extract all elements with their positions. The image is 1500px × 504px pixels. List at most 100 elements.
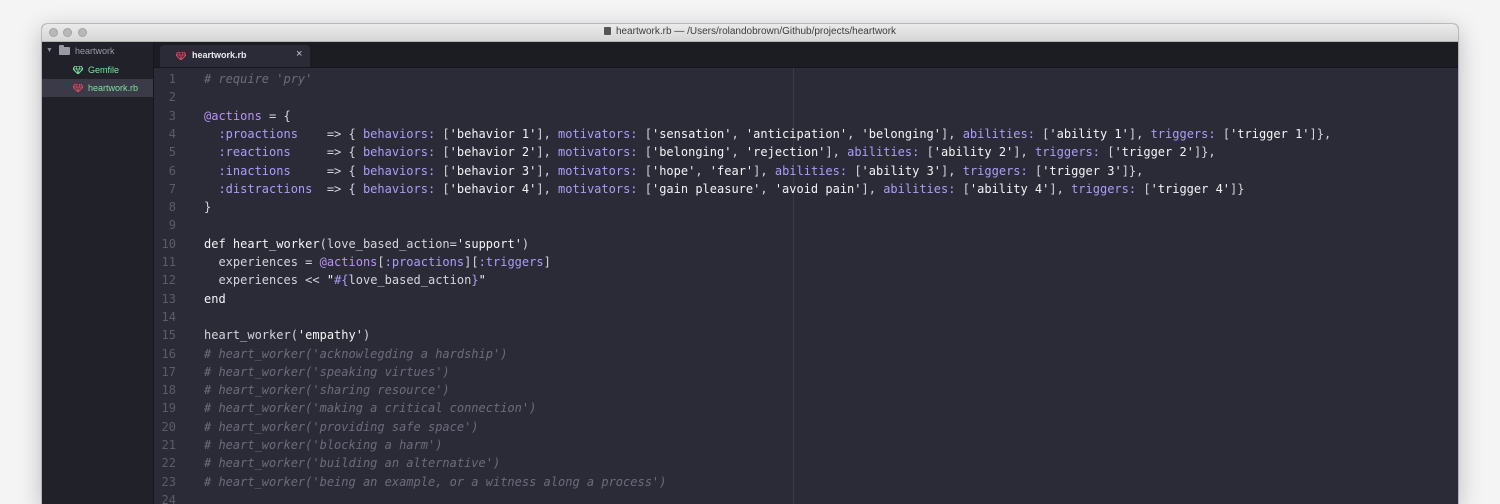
- code-token: ],: [1013, 145, 1035, 160]
- code-token: [: [1136, 181, 1151, 196]
- sidebar-folder-heartwork[interactable]: ▼ heartwork: [42, 42, 153, 60]
- code-token: :reactions: [204, 145, 291, 160]
- code-line[interactable]: 15 heart_worker('empathy'): [154, 326, 1458, 344]
- code-token: [: [435, 145, 450, 160]
- code-token: motivators:: [558, 163, 638, 178]
- code-line[interactable]: 12 experiences << "#{love_based_action}": [154, 271, 1458, 289]
- code-text: # heart_worker('providing safe space'): [204, 418, 479, 436]
- code-line[interactable]: 21 # heart_worker('blocking a harm'): [154, 436, 1458, 454]
- code-line[interactable]: 19 # heart_worker('making a critical conn…: [154, 399, 1458, 417]
- code-line[interactable]: 8}: [154, 198, 1458, 216]
- code-token: ]}: [1230, 181, 1245, 196]
- line-number: 17: [161, 364, 176, 379]
- code-token: ],: [1049, 181, 1072, 196]
- line-number: 15: [161, 328, 176, 343]
- code-token: :proactions: [204, 126, 298, 141]
- code-text: # heart_worker('making a critical connec…: [204, 399, 536, 417]
- code-token: triggers:: [1034, 145, 1100, 160]
- code-token: 'belonging': [861, 126, 942, 141]
- code-line[interactable]: 5 :reactions => { behaviors: ['behavior …: [154, 143, 1458, 161]
- code-line[interactable]: 14: [154, 308, 1458, 326]
- line-number: 12: [161, 273, 176, 288]
- title-bar: heartwork.rb — /Users/rolandobrown/Githu…: [42, 24, 1458, 42]
- code-token: @actions: [319, 255, 378, 269]
- code-line[interactable]: 17 # heart_worker('speaking virtues'): [154, 363, 1458, 381]
- code-token: :proactions: [384, 255, 465, 269]
- disclosure-arrow-icon[interactable]: ▼: [46, 42, 53, 60]
- code-token: ]},: [1121, 163, 1144, 178]
- code-line[interactable]: 11 experiences = @actions[:proactions][:…: [154, 253, 1458, 271]
- folder-icon: [59, 45, 70, 55]
- code-token: 'empathy': [297, 328, 363, 343]
- code-line[interactable]: 18 # heart_worker('sharing resource'): [154, 381, 1458, 399]
- code-token: behaviors:: [362, 163, 436, 178]
- code-token: # heart_worker('making a critical connec…: [204, 401, 537, 416]
- code-token: ],: [825, 145, 848, 160]
- code-token: behaviors:: [362, 126, 436, 141]
- code-token: @actions: [204, 108, 262, 123]
- close-icon[interactable]: ×: [296, 48, 302, 60]
- code-token: 'trigger 2': [1114, 145, 1194, 160]
- line-number: 9: [168, 218, 176, 233]
- code-token: ": [326, 273, 335, 288]
- code-line[interactable]: 16 # heart_worker('acknowlegding a hardsh…: [154, 345, 1458, 363]
- code-line[interactable]: 20 # heart_worker('providing safe space'): [154, 418, 1458, 436]
- code-token: 'sensation': [651, 126, 732, 141]
- code-line[interactable]: 13 end: [154, 290, 1458, 308]
- code-token: 'anticipation': [745, 126, 848, 141]
- project-sidebar: ▼ heartwork Gemfile heartwork.rb: [42, 42, 154, 504]
- code-token: 'gain pleasure': [651, 181, 761, 196]
- code-token: ],: [536, 145, 559, 160]
- code-token: abilities:: [847, 145, 920, 160]
- sidebar-item-heartwork-rb[interactable]: heartwork.rb: [42, 79, 153, 97]
- code-token: triggers:: [1150, 126, 1216, 141]
- code-token: 'belonging': [651, 145, 732, 160]
- code-token: ],: [536, 126, 559, 141]
- ruby-gem-icon: [73, 66, 83, 74]
- code-line[interactable]: 10 def heart_worker(love_based_action='su…: [154, 235, 1458, 253]
- line-number: 18: [161, 383, 176, 398]
- sidebar-item-gemfile[interactable]: Gemfile: [42, 61, 153, 79]
- line-number: 20: [161, 419, 176, 434]
- code-text: heart_worker('empathy'): [204, 326, 370, 344]
- code-token: 'behavior 2': [449, 145, 537, 160]
- code-token: 'ability 1': [1049, 126, 1129, 141]
- code-editor[interactable]: 1 # require 'pry' 2 3 @actions = {4 :proacti…: [154, 68, 1458, 504]
- code-token: end: [204, 291, 226, 306]
- code-text: :inactions => { behaviors: ['behavior 3'…: [204, 162, 1143, 180]
- code-token: ],: [753, 163, 775, 178]
- code-line[interactable]: 3 @actions = {: [154, 107, 1458, 125]
- line-number: 10: [161, 236, 176, 251]
- code-token: [: [1027, 163, 1043, 178]
- code-token: ): [362, 328, 371, 343]
- code-text: end: [204, 290, 226, 308]
- code-token: abilities:: [883, 181, 956, 196]
- code-line[interactable]: 22 # heart_worker('building an alternativ…: [154, 454, 1458, 472]
- document-icon: [603, 27, 611, 35]
- line-number: 22: [161, 456, 176, 471]
- tab-heartwork-rb[interactable]: heartwork.rb ×: [160, 45, 310, 67]
- code-line[interactable]: 4 :proactions => { behaviors: ['behavior…: [154, 125, 1458, 143]
- line-number: 14: [161, 309, 176, 324]
- code-token: => {: [297, 126, 363, 141]
- code-line[interactable]: 6 :inactions => { behaviors: ['behavior …: [154, 162, 1458, 180]
- code-token: abilities:: [774, 163, 848, 178]
- ruby-gem-icon: [73, 84, 83, 92]
- code-line[interactable]: 9: [154, 216, 1458, 234]
- code-line[interactable]: 2: [154, 88, 1458, 106]
- sidebar-item-label: heartwork.rb: [88, 83, 139, 93]
- code-token: [: [637, 145, 652, 160]
- code-line[interactable]: 23 # heart_worker('being an example, or a…: [154, 473, 1458, 491]
- code-line[interactable]: 7 :distractions => { behaviors: ['behavi…: [154, 180, 1458, 198]
- editor-window: heartwork.rb — /Users/rolandobrown/Githu…: [42, 24, 1458, 504]
- code-token: 'avoid pain': [774, 181, 862, 196]
- line-number: 5: [168, 145, 176, 160]
- code-token: # heart_worker('sharing resource'): [204, 383, 450, 398]
- code-line[interactable]: 24: [154, 491, 1458, 504]
- line-number: 4: [168, 126, 176, 141]
- code-line[interactable]: 1 # require 'pry': [154, 70, 1458, 88]
- window-title-text: heartwork.rb — /Users/rolandobrown/Githu…: [615, 26, 897, 37]
- code-token: behaviors:: [362, 181, 436, 196]
- code-text: # heart_worker('building an alternative'…: [204, 454, 500, 472]
- code-token: ]: [543, 255, 551, 269]
